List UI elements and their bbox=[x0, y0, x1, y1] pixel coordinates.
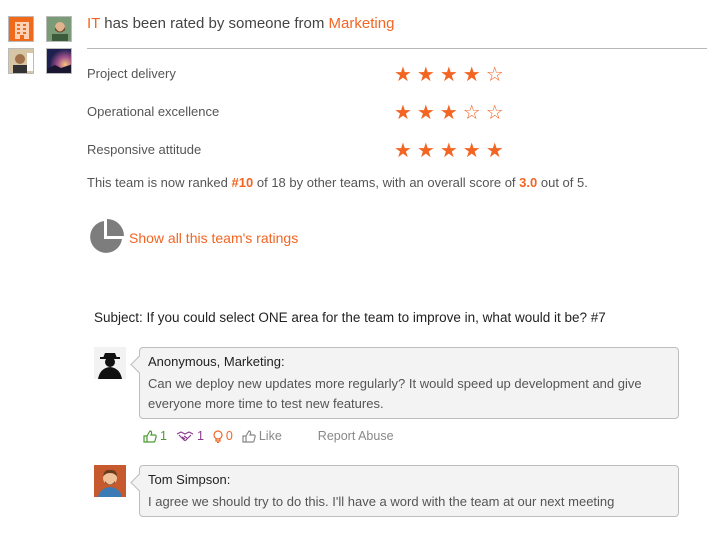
rated-text: has been rated by someone from bbox=[104, 15, 325, 32]
rating-label: Project delivery bbox=[87, 66, 176, 81]
rank-suffix: out of 5. bbox=[540, 175, 588, 190]
tom-simpson-avatar bbox=[94, 465, 126, 497]
divider bbox=[87, 48, 707, 49]
agree-count: 1 bbox=[160, 429, 167, 443]
sunset-avatar bbox=[46, 48, 72, 74]
comment-actions: 1 1 0 Like Report Abuse bbox=[143, 429, 394, 443]
comment-author: Tom Simpson: bbox=[148, 472, 231, 487]
building-avatar bbox=[8, 16, 34, 42]
thumbs-up-icon bbox=[242, 429, 256, 443]
star-rating: ★★★☆☆ bbox=[394, 102, 509, 124]
handshake-button[interactable]: 1 bbox=[176, 429, 204, 443]
rating-row-responsive-attitude: Responsive attitude ★★★★★ bbox=[87, 138, 527, 162]
comment-author: Anonymous, Marketing: bbox=[148, 354, 285, 369]
like-button[interactable]: Like bbox=[242, 429, 282, 443]
pie-chart-icon bbox=[87, 218, 125, 259]
show-all-ratings-link[interactable]: Show all this team's ratings bbox=[87, 218, 299, 259]
rank-prefix: This team is now ranked bbox=[87, 175, 228, 190]
lightbulb-icon bbox=[213, 429, 223, 443]
handshake-count: 1 bbox=[196, 429, 204, 443]
bearded-man-avatar bbox=[46, 16, 72, 42]
anonymous-avatar bbox=[94, 347, 126, 379]
rating-row-project-delivery: Project delivery ★★★★☆ bbox=[87, 62, 527, 86]
rater-department-link[interactable]: Marketing bbox=[329, 15, 395, 32]
idea-count: 0 bbox=[225, 429, 233, 443]
man-avatar bbox=[8, 48, 34, 74]
rating-label: Responsive attitude bbox=[87, 142, 202, 157]
thumbs-up-icon bbox=[143, 429, 157, 443]
star-rating: ★★★★☆ bbox=[394, 64, 509, 86]
rating-label: Operational excellence bbox=[87, 104, 220, 119]
overall-score: 3.0 bbox=[519, 175, 538, 190]
like-label: Like bbox=[258, 429, 282, 443]
star-rating: ★★★★★ bbox=[394, 140, 509, 162]
comment-text: I agree we should try to do this. I'll h… bbox=[148, 494, 615, 509]
report-abuse-link[interactable]: Report Abuse bbox=[318, 429, 394, 443]
team-rank-summary: This team is now ranked #10 of 18 by oth… bbox=[87, 175, 588, 190]
comment-text: Can we deploy new updates more regularly… bbox=[148, 376, 642, 411]
agree-button[interactable]: 1 bbox=[143, 429, 167, 443]
rating-headline: IT has been rated by someone from Market… bbox=[87, 15, 394, 32]
comment-bubble: Tom Simpson: I agree we should try to do… bbox=[139, 465, 679, 517]
rating-row-operational-excellence: Operational excellence ★★★☆☆ bbox=[87, 100, 527, 124]
team-link[interactable]: IT bbox=[87, 15, 100, 32]
comment-bubble: Anonymous, Marketing: Can we deploy new … bbox=[139, 347, 679, 419]
discussion-subject: Subject: If you could select ONE area fo… bbox=[94, 310, 606, 325]
show-all-ratings-label: Show all this team's ratings bbox=[129, 230, 299, 246]
handshake-icon bbox=[176, 430, 194, 441]
rank-position: #10 bbox=[231, 175, 254, 190]
rank-middle: of 18 by other teams, with an overall sc… bbox=[256, 175, 516, 190]
idea-button[interactable]: 0 bbox=[213, 429, 233, 443]
